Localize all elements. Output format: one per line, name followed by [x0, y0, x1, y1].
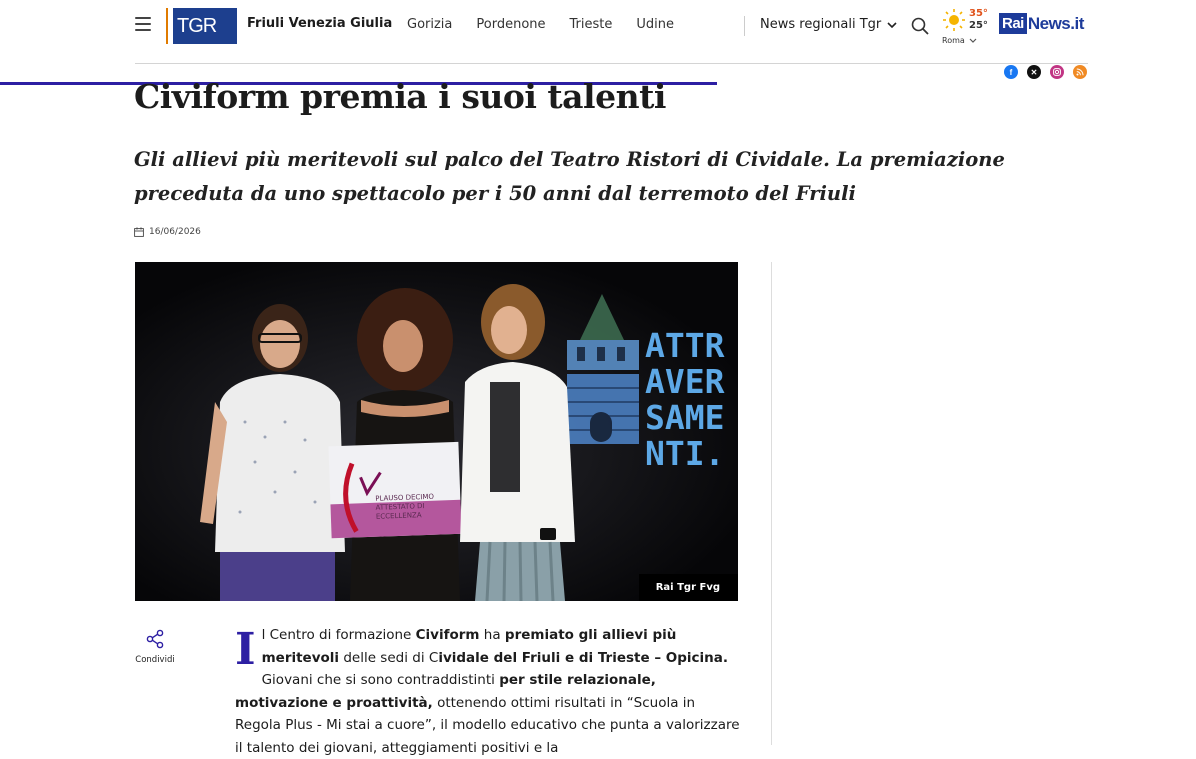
weather-city-select[interactable]: Roma — [942, 36, 977, 45]
nav-item-gorizia[interactable]: Gorizia — [407, 17, 452, 32]
backdrop-text-line: SAME — [645, 398, 724, 437]
article-date: 16/06/2026 — [134, 227, 201, 237]
body-bold: ividale del Friuli e di Trieste – Opicin… — [438, 649, 729, 666]
tgr-logo-text: TGR — [177, 14, 217, 37]
sun-icon — [943, 9, 965, 31]
x-icon[interactable]: ✕ — [1027, 65, 1041, 79]
rai-logo-box: Rai — [999, 13, 1027, 34]
news-regionali-dropdown[interactable]: News regionali Tgr — [760, 17, 897, 32]
certificate-text-line: ATTESTATO DI — [375, 502, 424, 512]
region-title[interactable]: Friuli Venezia Giulia — [247, 16, 392, 31]
facebook-icon[interactable]: f — [1004, 65, 1018, 79]
share-button[interactable]: Condividi — [134, 629, 176, 665]
body-text: delle sedi di C — [339, 649, 439, 666]
nav-item-pordenone[interactable]: Pordenone — [476, 17, 545, 32]
article-date-text: 16/06/2026 — [149, 227, 201, 237]
sidebar-divider — [771, 262, 772, 745]
header-divider — [135, 63, 1088, 64]
search-icon[interactable] — [910, 16, 930, 36]
article-body: Il Centro di formazione Civiform ha prem… — [235, 624, 740, 759]
backdrop-text-line: ATTR — [645, 326, 725, 365]
body-text: ha — [479, 627, 505, 643]
site-header: TGR Friuli Venezia Giulia Gorizia Porden… — [0, 0, 1196, 82]
weather-widget[interactable]: 35° 25° Roma — [942, 8, 992, 48]
backdrop-text-line: AVER — [645, 362, 725, 401]
share-label: Condividi — [135, 655, 175, 665]
temp-high: 35° — [969, 8, 988, 19]
logo-divider — [166, 8, 168, 44]
body-text: Giovani che si sono contraddistinti — [261, 672, 500, 688]
certificate-text-line: ECCELLENZA — [376, 511, 422, 521]
news-logo-text: News.it — [1027, 13, 1085, 33]
news-dropdown-label: News regionali Tgr — [760, 17, 882, 32]
region-nav: Gorizia Pordenone Trieste Udine — [407, 17, 698, 32]
share-icon — [146, 629, 164, 649]
social-links: f ✕ — [1004, 65, 1096, 79]
nav-item-udine[interactable]: Udine — [636, 17, 674, 32]
chevron-down-icon — [887, 21, 897, 28]
photo-illustration: ATTR AVER SAME NTI. PLAUSO DECIMOATTESTA… — [135, 262, 738, 601]
chevron-down-icon — [969, 38, 977, 43]
body-bold: Civiform — [415, 627, 480, 643]
menu-icon[interactable] — [135, 17, 151, 31]
article-title: Civiform premia i suoi talenti — [134, 77, 666, 116]
temp-low: 25° — [969, 20, 988, 31]
rainews-logo[interactable]: Rai News.it — [999, 13, 1084, 34]
article-photo[interactable]: ATTR AVER SAME NTI. PLAUSO DECIMOATTESTA… — [135, 262, 738, 601]
weather-city: Roma — [942, 36, 965, 45]
article-paragraph: Il Centro di formazione Civiform ha prem… — [235, 624, 740, 759]
nav-divider — [744, 16, 745, 36]
backdrop-text-line: NTI. — [645, 434, 724, 473]
rss-icon[interactable] — [1073, 65, 1087, 79]
tgr-logo[interactable]: TGR — [173, 8, 237, 44]
dropcap: I — [235, 624, 256, 675]
nav-item-trieste[interactable]: Trieste — [570, 17, 613, 32]
photo-caption: Rai Tgr Fvg — [638, 574, 738, 601]
calendar-icon — [134, 227, 144, 237]
instagram-icon[interactable] — [1050, 65, 1064, 79]
body-text: l Centro di formazione — [261, 627, 416, 643]
article-subtitle: Gli allievi più meritevoli sul palco del… — [134, 148, 1005, 205]
